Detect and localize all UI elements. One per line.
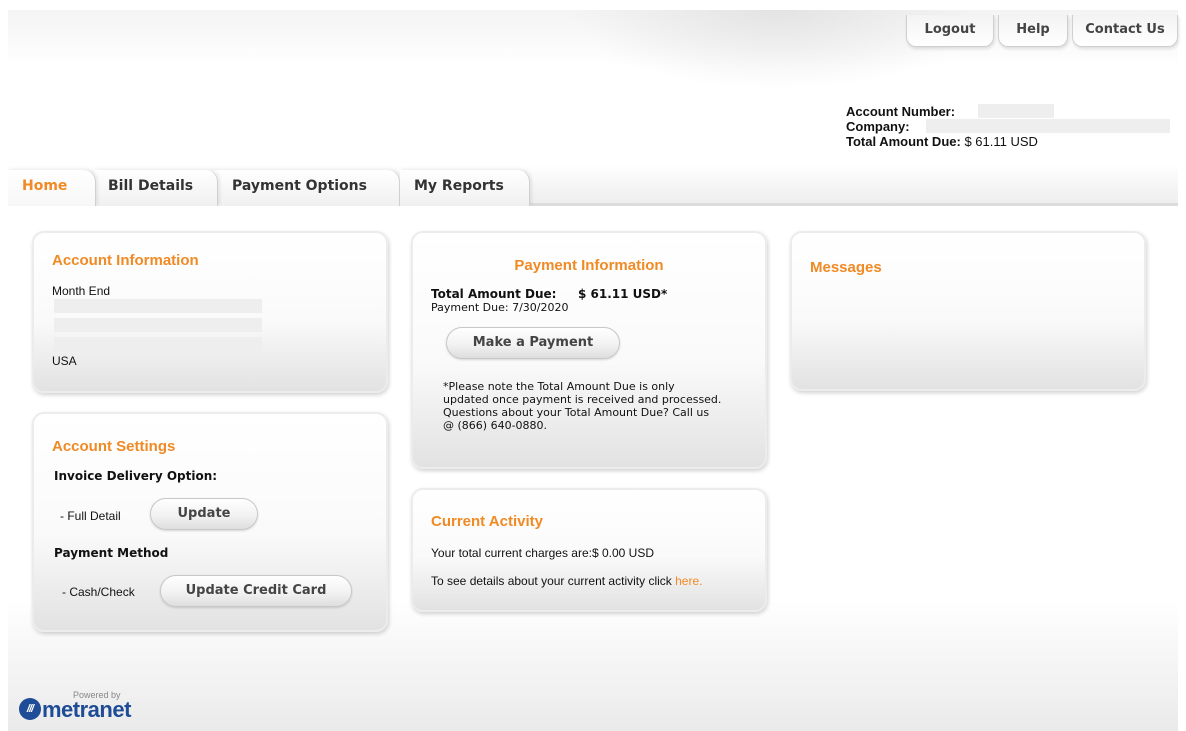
country-text: USA: [52, 354, 77, 368]
payment-note-line: *Please note the Total Amount Due is onl…: [443, 380, 675, 393]
address-line-redacted: [54, 318, 262, 332]
activity-details-link[interactable]: here: [675, 574, 699, 588]
make-payment-button[interactable]: Make a Payment: [446, 327, 620, 359]
payment-method-value: - Cash/Check: [62, 585, 135, 599]
update-invoice-button[interactable]: Update: [150, 498, 258, 530]
payment-note-line: Questions about your Total Amount Due? C…: [443, 406, 710, 419]
account-information-title: Account Information: [52, 252, 199, 269]
help-link[interactable]: Help: [998, 15, 1068, 47]
payment-information-title: Payment Information: [514, 257, 664, 274]
activity-details-text: To see details about your current activi…: [431, 574, 702, 588]
account-settings-title: Account Settings: [52, 438, 176, 455]
payment-note-line: @ (866) 640-0880.: [443, 419, 548, 432]
address-line-redacted: [54, 299, 262, 313]
company-redacted: [926, 119, 1170, 133]
tab-my-reports[interactable]: My Reports: [400, 170, 530, 206]
account-number-redacted: [978, 104, 1054, 118]
invoice-delivery-value: - Full Detail: [60, 509, 121, 523]
account-information-panel: Account Information Month End USA: [32, 231, 388, 393]
payment-method-label: Payment Method: [54, 546, 169, 560]
logout-link[interactable]: Logout: [906, 15, 994, 47]
tab-bill-details[interactable]: Bill Details: [94, 170, 218, 206]
tab-home[interactable]: Home: [8, 170, 96, 206]
account-number-label: Account Number:: [846, 104, 956, 119]
update-credit-card-button[interactable]: Update Credit Card: [160, 575, 352, 607]
payment-due-date: Payment Due: 7/30/2020: [431, 301, 569, 314]
address-line-redacted: [54, 337, 262, 351]
month-end-text: Month End: [52, 284, 111, 298]
activity-details-end: .: [699, 574, 703, 588]
company-label: Company:: [846, 119, 910, 134]
total-amount-due-value: $ 61.11 USD: [964, 134, 1038, 149]
payment-total-value: $ 61.11 USD*: [578, 287, 668, 301]
activity-details-prefix: To see details about your current activi…: [431, 574, 676, 588]
payment-information-panel: Payment Information Total Amount Due: $ …: [411, 231, 767, 469]
metranet-logo-icon: ///: [19, 698, 41, 720]
messages-title: Messages: [810, 259, 882, 276]
total-amount-due-label: Total Amount Due:: [846, 134, 961, 149]
account-summary: Account Number: Company: Total Amount Du…: [846, 104, 1170, 149]
payment-note-line: updated once payment is received and pro…: [443, 393, 722, 406]
contact-us-link[interactable]: Contact Us: [1072, 15, 1178, 47]
payment-total-label: Total Amount Due:: [431, 287, 557, 301]
metranet-logo-text: metranet: [42, 697, 131, 722]
messages-panel: Messages: [790, 231, 1146, 391]
tab-payment-options[interactable]: Payment Options: [210, 170, 400, 206]
account-settings-panel: Account Settings Invoice Delivery Option…: [32, 412, 388, 632]
current-activity-panel: Current Activity Your total current char…: [411, 488, 767, 612]
current-activity-title: Current Activity: [431, 513, 543, 530]
current-charges-text: Your total current charges are:$ 0.00 US…: [431, 546, 655, 560]
invoice-delivery-label: Invoice Delivery Option:: [54, 469, 218, 483]
